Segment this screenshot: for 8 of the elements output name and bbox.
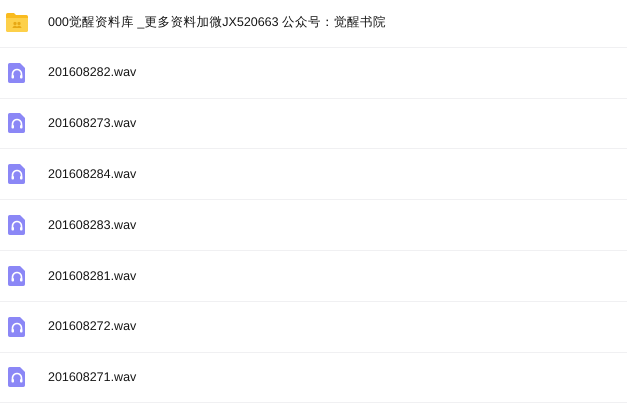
file-name[interactable]: 201608281.wav [48, 266, 136, 286]
file-name[interactable]: 201608282.wav [48, 63, 136, 82]
file-name[interactable]: 201608284.wav [48, 164, 136, 184]
file-name[interactable]: 201608283.wav [48, 216, 136, 234]
file-name[interactable]: 201608271.wav [48, 368, 136, 387]
file-name[interactable]: 201608272.wav [48, 317, 136, 336]
file-name[interactable]: 201608273.wav [48, 114, 136, 133]
folder-name[interactable]: 000觉醒资料库 _更多资料加微JX520663 公众号：觉醒书院 [48, 12, 386, 32]
